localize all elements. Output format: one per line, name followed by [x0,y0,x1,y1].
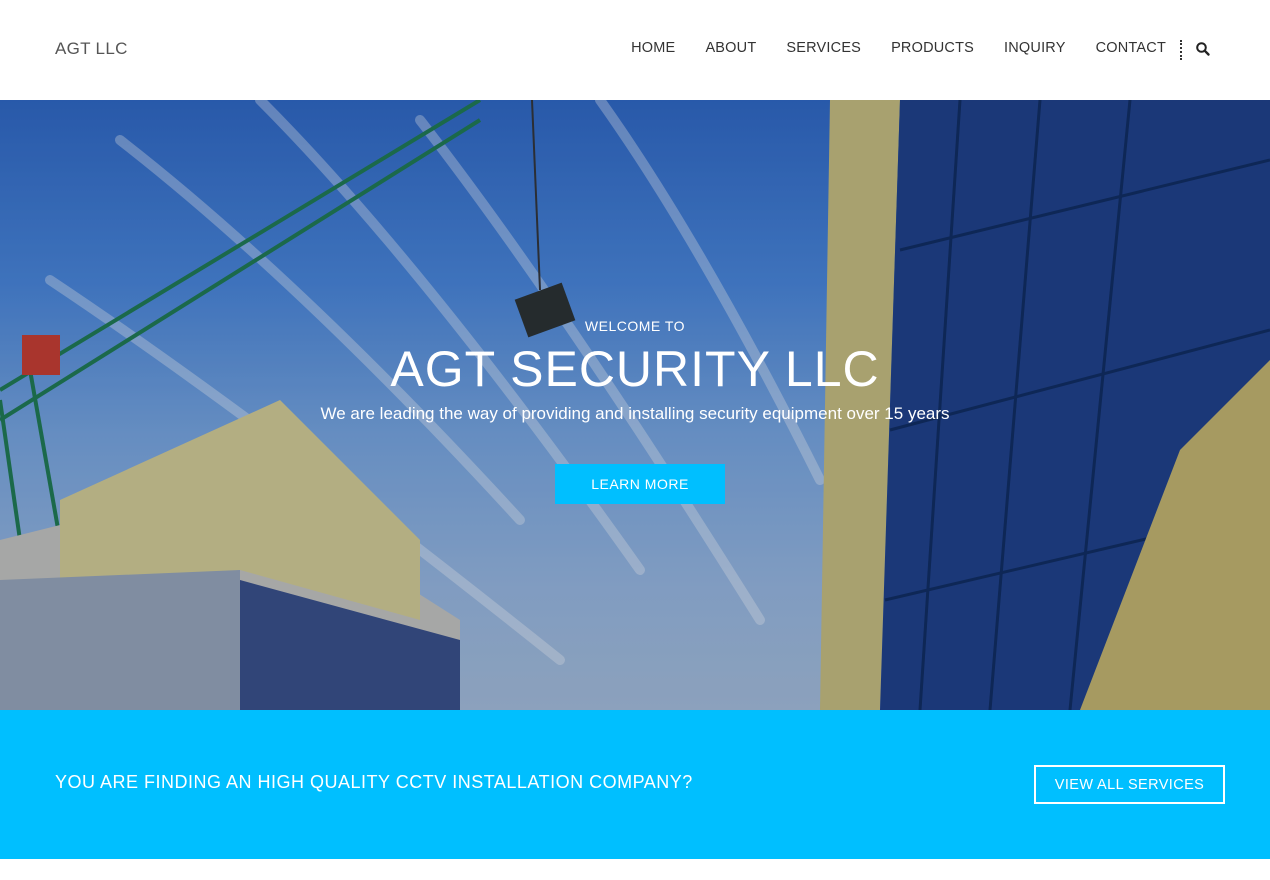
nav-contact[interactable]: CONTACT [1096,40,1166,56]
nav-divider [1180,40,1182,60]
view-all-services-button[interactable]: VIEW ALL SERVICES [1034,765,1225,804]
learn-more-button[interactable]: LEARN MORE [555,464,725,504]
cta-text: YOU ARE FINDING AN HIGH QUALITY CCTV INS… [55,772,693,792]
site-logo[interactable]: AGT LLC [55,39,128,59]
hero-title: AGT SECURITY LLC [390,341,880,397]
cta-banner: YOU ARE FINDING AN HIGH QUALITY CCTV INS… [0,710,1270,859]
nav-services[interactable]: SERVICES [786,40,861,56]
nav-home[interactable]: HOME [631,40,675,56]
hero-banner: WELCOME TO AGT SECURITY LLC We are leadi… [0,100,1270,710]
main-nav: HOME ABOUT SERVICES PRODUCTS INQUIRY CON… [601,40,1166,56]
nav-about[interactable]: ABOUT [705,40,756,56]
nav-products[interactable]: PRODUCTS [891,40,974,56]
search-icon[interactable] [1195,41,1211,57]
site-header: AGT LLC HOME ABOUT SERVICES PRODUCTS INQ… [0,0,1270,100]
nav-inquiry[interactable]: INQUIRY [1004,40,1066,56]
hero-subtitle: We are leading the way of providing and … [320,404,950,423]
hero-kicker: WELCOME TO [584,318,686,334]
